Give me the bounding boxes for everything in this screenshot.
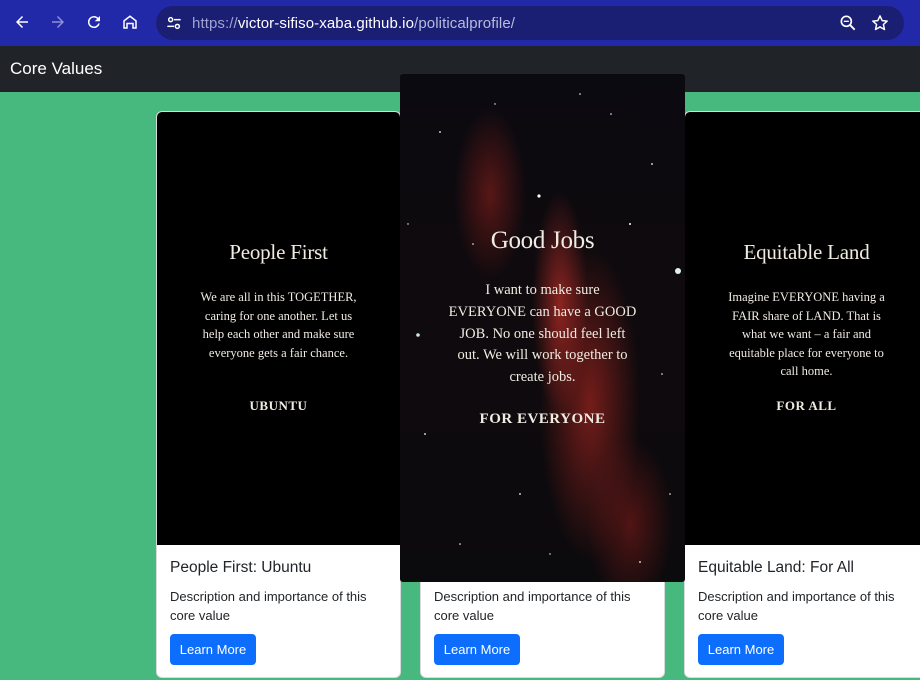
url-text[interactable]: https://victor-sifiso-xaba.github.io/pol…: [192, 15, 515, 32]
reload-icon: [87, 16, 100, 29]
home-icon: [123, 15, 137, 29]
card-image-text: We are all in this TOGETHER, caring for …: [200, 290, 357, 360]
card-text: Description and importance of this core …: [698, 589, 895, 623]
card-text: Description and importance of this core …: [434, 589, 631, 623]
reload-button[interactable]: [79, 7, 109, 37]
learn-more-button[interactable]: Learn More: [170, 634, 256, 665]
forward-button[interactable]: [43, 7, 73, 37]
learn-more-button[interactable]: Learn More: [698, 634, 784, 665]
url-scheme: https://: [192, 15, 238, 32]
card-title: People First: Ubuntu: [170, 559, 312, 576]
back-button[interactable]: [7, 7, 37, 37]
arrow-right-icon: [52, 16, 64, 28]
browser-toolbar: https://victor-sifiso-xaba.github.io/pol…: [0, 0, 920, 46]
card-image-tag: FOR ALL: [776, 398, 837, 413]
overlay-title: Good Jobs: [490, 227, 595, 254]
address-bar[interactable]: https://victor-sifiso-xaba.github.io/pol…: [156, 6, 904, 40]
good-jobs-hover-image[interactable]: Good Jobs I want to make sure EVERYONE c…: [400, 74, 685, 582]
core-value-card-equitable-land: Equitable Land Imagine EVERYONE having a…: [684, 111, 920, 678]
overlay-text: I want to make sure EVERYONE can have a …: [448, 282, 637, 386]
card-image: Equitable Land Imagine EVERYONE having a…: [685, 112, 920, 545]
overlay-tag: FOR EVERYONE: [479, 411, 606, 427]
card-image-text: Imagine EVERYONE having a FAIR share of …: [728, 290, 885, 379]
navbar-brand[interactable]: Core Values: [10, 59, 102, 79]
card-image: People First We are all in this TOGETHER…: [157, 112, 400, 545]
home-button[interactable]: [115, 7, 145, 37]
card-image-tag: UBUNTU: [249, 398, 308, 413]
bookmark-star-icon[interactable]: [870, 13, 890, 33]
card-image-title: People First: [229, 240, 328, 264]
card-image-title: Equitable Land: [743, 240, 870, 264]
card-text: Description and importance of this core …: [170, 589, 367, 623]
card-body: Equitable Land: For All Description and …: [685, 545, 920, 665]
card-title: Equitable Land: For All: [698, 559, 854, 576]
arrow-left-icon: [16, 16, 28, 28]
zoom-icon[interactable]: [838, 13, 858, 33]
card-body: People First: Ubuntu Description and imp…: [157, 545, 400, 665]
core-value-card-people-first: People First We are all in this TOGETHER…: [156, 111, 401, 678]
learn-more-button[interactable]: Learn More: [434, 634, 520, 665]
url-host: victor-sifiso-xaba.github.io: [237, 15, 415, 32]
site-settings-icon[interactable]: [164, 13, 184, 33]
url-path: /politicalprofile/: [414, 15, 516, 32]
